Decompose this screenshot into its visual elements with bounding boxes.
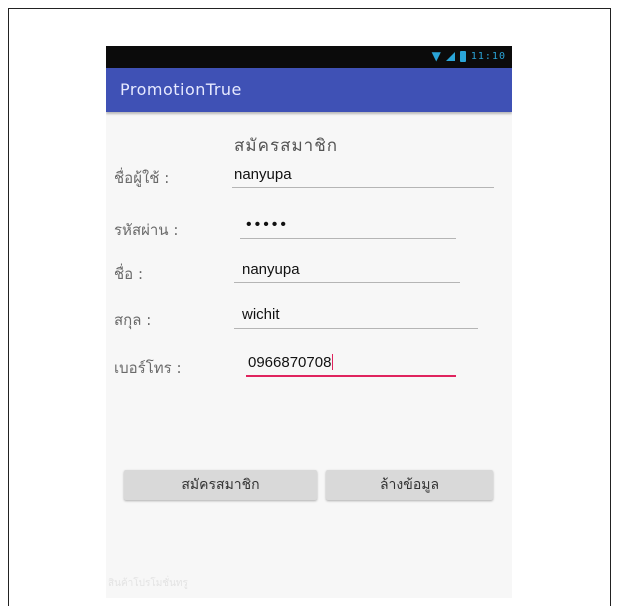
register-button[interactable]: สมัครสมาชิก [124,470,317,500]
clear-button[interactable]: ล้างข้อมูล [326,470,493,500]
app-bar: PromotionTrue [106,68,512,112]
form-title: สมัครสมาชิก [234,136,339,156]
phone-label: เบอร์โทร : [114,359,182,377]
firstname-label: ชื่อ : [114,265,144,283]
wifi-icon: ▼ [431,49,441,63]
signal-icon [445,51,455,61]
username-field[interactable]: nanyupa [234,166,292,183]
lastname-field[interactable]: wichit [242,306,280,323]
phone-field[interactable]: 0966870708 [248,354,334,371]
phone-screen: ▼ 11:10 PromotionTrue สมัครสมาชิก ชื่อผู… [106,46,512,598]
status-time: 11:10 [470,50,506,62]
password-underline [240,238,456,239]
text-cursor [332,354,334,370]
firstname-underline [234,282,460,283]
username-underline [232,187,494,188]
phone-underline [246,375,456,377]
firstname-field[interactable]: nanyupa [242,261,300,278]
battery-icon [459,50,466,62]
lastname-underline [234,328,478,329]
status-bar: ▼ 11:10 [106,46,512,68]
password-label: รหัสผ่าน : [114,221,179,239]
lastname-label: สกุล : [114,311,152,329]
app-title: PromotionTrue [120,80,242,99]
password-field[interactable]: ••••• [246,216,289,234]
status-icons: ▼ 11:10 [432,49,506,63]
footer-note: สินค้าโปรโมชั่นทรู [108,578,188,589]
phone-value: 0966870708 [248,354,332,371]
username-label: ชื่อผู้ใช้ : [114,169,170,187]
